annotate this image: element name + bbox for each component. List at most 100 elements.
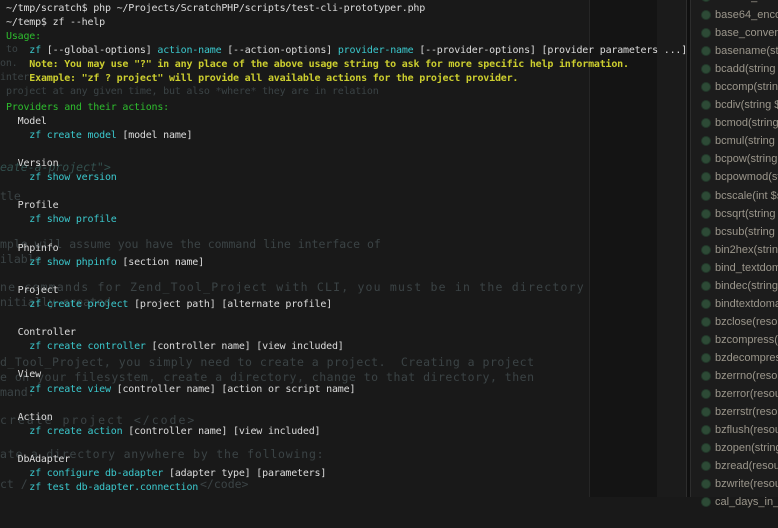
terminal-text-span: [model name] [117, 130, 193, 141]
function-bullet-icon [701, 28, 711, 38]
function-list-item[interactable]: bcsub(string $left, [691, 223, 778, 241]
function-list-item[interactable]: bzwrite(resource $ [691, 475, 778, 493]
terminal-text-span: Model [6, 116, 47, 127]
terminal-text-span [6, 172, 29, 183]
terminal-line: zf show phpinfo [section name] [6, 256, 687, 270]
function-name: bcmul(string $left, [715, 135, 778, 147]
function-bullet-icon [701, 0, 711, 2]
function-list-item[interactable]: bzopen(string $file [691, 439, 778, 457]
function-bullet-icon [701, 497, 711, 507]
terminal-text-span: zf [29, 45, 41, 56]
function-list-item[interactable]: bzclose(resource $ [691, 313, 778, 331]
function-list-item[interactable]: bcdiv(string $left, [691, 96, 778, 114]
function-bullet-icon [701, 461, 711, 471]
function-list-item[interactable]: bcscale(int $scale) [691, 187, 778, 205]
function-bullet-icon [701, 479, 711, 489]
terminal-line [6, 143, 687, 157]
function-bullet-icon [701, 154, 711, 164]
terminal-text-span: zf create controller [29, 341, 145, 352]
function-name: bzdecompress(stri [715, 352, 778, 364]
terminal-text-span: DbAdapter [6, 454, 70, 465]
function-list-item[interactable]: bzcompress(string [691, 331, 778, 349]
terminal-text-span: [project path] [alternate profile] [128, 299, 332, 310]
function-list-item[interactable]: bcpow(string $base [691, 150, 778, 168]
terminal-text-span: Version [6, 158, 58, 169]
function-list-item[interactable]: bzerrstr(resource $ [691, 403, 778, 421]
terminal-line [6, 228, 687, 242]
function-list-item[interactable]: bccomp(string $left [691, 78, 778, 96]
function-list-item[interactable]: bzerror(resource $ [691, 385, 778, 403]
terminal-line [6, 354, 687, 368]
terminal-text-span [6, 426, 29, 437]
function-list-item[interactable]: bzdecompress(stri [691, 349, 778, 367]
function-list-item[interactable]: bcpowmod(string $ [691, 168, 778, 186]
function-name: bcscale(int $scale) [715, 190, 778, 202]
function-bullet-icon [701, 281, 711, 291]
function-list-item[interactable]: bindec(string $bina [691, 277, 778, 295]
terminal-text-span [6, 299, 29, 310]
function-list-item[interactable]: bin2hex(string $str [691, 241, 778, 259]
function-list-item[interactable]: bzerrno(resource $ [691, 367, 778, 385]
function-list-item[interactable]: base_convert(string [691, 24, 778, 42]
terminal-line: zf show version [6, 171, 687, 185]
terminal-text-span: Providers and their actions: [6, 102, 169, 113]
terminal-text-span [6, 482, 29, 493]
function-bullet-icon [701, 245, 711, 255]
function-bullet-icon [701, 82, 711, 92]
function-list-item[interactable]: base64_encode(strin [691, 6, 778, 24]
function-name: basename(string $p [715, 45, 778, 57]
function-bullet-icon [701, 172, 711, 182]
function-name: base_convert(string [715, 27, 778, 39]
function-list-item[interactable]: bzflush(resource $ [691, 421, 778, 439]
function-bullet-icon [701, 46, 711, 56]
function-name: bcadd(string $left, [715, 63, 778, 75]
terminal-line: Providers and their actions: [6, 101, 687, 115]
terminal-text-span: [controller name] [view included] [146, 341, 344, 352]
function-bullet-icon [701, 407, 711, 417]
function-bullet-icon [701, 227, 711, 237]
terminal-text-span: provider-name [338, 45, 414, 56]
terminal-text-span: zf create view [29, 384, 111, 395]
terminal-text-span: Profile [6, 200, 58, 211]
function-bullet-icon [701, 64, 711, 74]
terminal-text-span: Controller [6, 327, 76, 338]
terminal-text-span: zf create action [29, 426, 122, 437]
function-list-item[interactable]: bind_textdomain_c [691, 259, 778, 277]
terminal-text-span: [--global-options] [41, 45, 157, 56]
function-name: cal_days_in_month [715, 496, 778, 508]
function-list-item[interactable]: basename(string $p [691, 42, 778, 60]
terminal-text-span: [controller name] [view included] [122, 426, 320, 437]
function-bullet-icon [701, 335, 711, 345]
function-list-item[interactable]: bzread(resource $b [691, 457, 778, 475]
terminal-line: Note: You may use "?" in any place of th… [6, 58, 687, 72]
terminal-output[interactable]: ~/tmp/scratch$ php ~/Projects/ScratchPHP… [6, 0, 687, 495]
terminal-text-span: zf configure db-adapter [29, 468, 163, 479]
terminal-text-span: Usage: [6, 31, 41, 42]
function-list-item[interactable]: bcmod(string $left, [691, 114, 778, 132]
terminal-text-span [6, 214, 29, 225]
function-name: bcmod(string $left, [715, 117, 778, 129]
function-name: base64_encode(strin [715, 9, 778, 21]
function-name: bcsub(string $left, [715, 226, 778, 238]
function-list-item[interactable]: bcmul(string $left, [691, 132, 778, 150]
terminal-line: Version [6, 157, 687, 171]
function-name: bzclose(resource $ [715, 316, 778, 328]
function-bullet-icon [701, 100, 711, 110]
terminal-line: zf test db-adapter.connection [6, 481, 687, 495]
function-list-item[interactable]: cal_days_in_month [691, 493, 778, 511]
terminal-text-span: Action [6, 412, 53, 423]
function-list[interactable]: base64_decode(strinbase64_encode(strinba… [691, 0, 778, 528]
function-name: bzread(resource $b [715, 460, 778, 472]
terminal-text-span: zf create model [29, 130, 116, 141]
function-name: bind_textdomain_c [715, 262, 778, 274]
function-list-item[interactable]: bindtextdomain(str [691, 295, 778, 313]
function-bullet-icon [701, 263, 711, 273]
function-list-item[interactable]: bcsqrt(string $num [691, 205, 778, 223]
terminal-line: Project [6, 284, 687, 298]
function-bullet-icon [701, 209, 711, 219]
function-list-item[interactable]: bcadd(string $left, [691, 60, 778, 78]
terminal-text-span: zf show profile [29, 214, 116, 225]
terminal-line: zf create controller [controller name] [… [6, 340, 687, 354]
terminal-line [6, 312, 687, 326]
terminal-line: DbAdapter [6, 453, 687, 467]
